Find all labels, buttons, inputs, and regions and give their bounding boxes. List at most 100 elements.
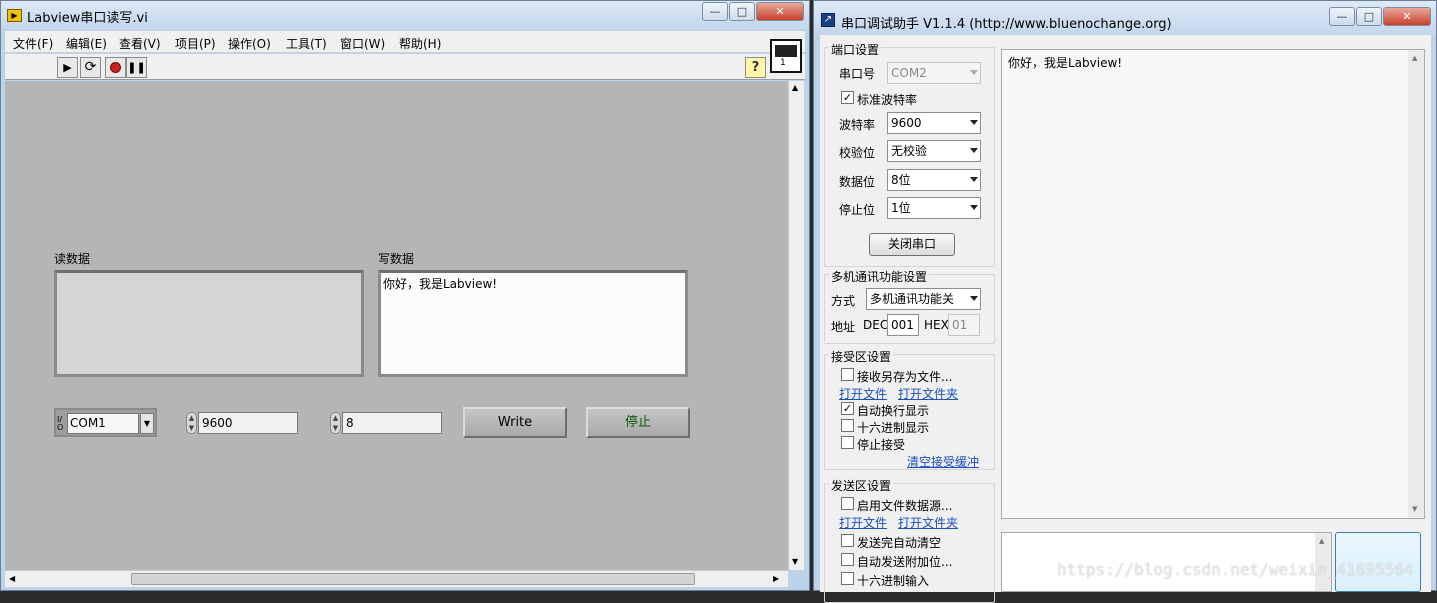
baud-spinner-icon[interactable]: ▲ ▼ — [186, 412, 197, 434]
menu-window[interactable]: 窗口(W) — [340, 35, 385, 52]
auto-append-checkbox[interactable] — [841, 553, 854, 566]
minimize-button[interactable]: — — [702, 2, 728, 21]
vi-icon[interactable]: 1 — [770, 39, 802, 73]
hex-input[interactable]: 01 — [948, 314, 980, 336]
menu-view[interactable]: 查看(V) — [119, 35, 161, 52]
abort-dot — [110, 62, 121, 73]
close-button[interactable]: ✕ — [756, 2, 804, 21]
save-receive-file-checkbox[interactable] — [841, 368, 854, 381]
std-baud-label: 标准波特率 — [857, 93, 918, 107]
hex-label: HEX — [924, 318, 949, 332]
baud-label: 波特率 — [839, 118, 876, 132]
stopbits-label: 停止位 — [839, 203, 876, 217]
stop-button[interactable]: 停止 — [586, 407, 690, 438]
assistant-title: 串口调试助手 V1.1.4 (http://www.bluenochange.o… — [841, 17, 1172, 32]
menu-help[interactable]: 帮助(H) — [399, 35, 441, 52]
hscroll-thumb[interactable] — [131, 573, 695, 585]
menu-operate[interactable]: 操作(O) — [228, 35, 271, 52]
baud-combo[interactable]: 9600 — [887, 112, 981, 134]
port-combo[interactable]: COM2 — [887, 62, 981, 84]
send-settings-title: 发送区设置 — [829, 477, 894, 494]
abort-icon[interactable] — [105, 57, 126, 78]
visa-dropdown-icon[interactable]: ▼ — [140, 413, 154, 434]
parity-dropdown-icon — [970, 148, 978, 153]
serial-assistant-window: ↗ 串口调试助手 V1.1.4 (http://www.bluenochange… — [813, 0, 1437, 603]
scroll-down-icon[interactable]: ▼ — [792, 557, 798, 566]
receive-settings-group: 接受区设置 接收另存为文件... 打开文件 打开文件夹 ✓ 自动换行显示 十六进… — [824, 348, 995, 470]
port-label: 串口号 — [839, 67, 876, 81]
labview-toolbar: ▶ ⟳ ❚❚ ? 1 — [5, 39, 805, 80]
vi-icon-number: 1 — [780, 58, 786, 68]
assistant-minimize-button[interactable]: — — [1329, 7, 1355, 26]
visa-port-value: COM1 — [67, 413, 139, 434]
auto-newline-checkbox[interactable]: ✓ — [841, 402, 854, 415]
labview-window: ▶ Labview串口读写.vi — □ ✕ 文件(F) 编辑(E) 查看(V)… — [0, 0, 810, 591]
scroll-left-icon[interactable]: ◀ — [9, 574, 15, 583]
auto-append-label: 自动发送附加位... — [857, 555, 953, 569]
write-data-value: 你好，我是Labview! — [383, 277, 498, 291]
visa-resource-control[interactable]: I/O COM1 ▼ — [54, 408, 157, 437]
assistant-maximize-button[interactable]: □ — [1356, 7, 1382, 26]
receive-settings-title: 接受区设置 — [829, 348, 894, 365]
send-scroll-up-icon[interactable]: ▲ — [1319, 537, 1324, 545]
mode-dropdown-icon — [970, 296, 978, 301]
baud-rate-control[interactable]: 9600 — [198, 412, 298, 434]
menu-tools[interactable]: 工具(T) — [286, 35, 327, 52]
send-open-file-link[interactable]: 打开文件 — [839, 514, 887, 531]
stopbits-dropdown-icon — [970, 205, 978, 210]
run-icon[interactable]: ▶ — [57, 57, 78, 78]
vi-icon-screen — [775, 45, 797, 57]
databits-control[interactable]: 8 — [342, 412, 442, 434]
maximize-button[interactable]: □ — [729, 2, 755, 21]
port-settings-title: 端口设置 — [829, 41, 882, 58]
clear-receive-buffer-link[interactable]: 清空接受缓冲 — [907, 453, 979, 470]
menu-project[interactable]: 项目(P) — [175, 35, 216, 52]
labview-menubar: 文件(F) 编辑(E) 查看(V) 项目(P) 操作(O) 工具(T) 窗口(W… — [5, 31, 805, 53]
file-source-checkbox[interactable] — [841, 497, 854, 510]
assistant-close-button[interactable]: ✕ — [1383, 7, 1431, 26]
labview-titlebar[interactable]: ▶ Labview串口读写.vi — □ ✕ — [1, 1, 809, 29]
auto-clear-checkbox[interactable] — [841, 534, 854, 547]
receive-scrollbar[interactable]: ▲ ▼ — [1408, 50, 1424, 518]
hex-display-checkbox[interactable] — [841, 419, 854, 432]
mode-label: 方式 — [831, 294, 856, 308]
labview-horizontal-scrollbar[interactable]: ◀ ▶ — [5, 570, 788, 587]
std-baud-checkbox[interactable]: ✓ — [841, 91, 854, 104]
auto-newline-label: 自动换行显示 — [857, 404, 930, 418]
help-icon[interactable]: ? — [745, 57, 766, 78]
receive-scroll-down-icon[interactable]: ▼ — [1412, 505, 1417, 513]
mode-combo[interactable]: 多机通讯功能关 — [866, 288, 981, 310]
menu-edit[interactable]: 编辑(E) — [66, 35, 107, 52]
read-data-indicator — [54, 270, 364, 377]
assistant-titlebar[interactable]: ↗ 串口调试助手 V1.1.4 (http://www.bluenochange… — [814, 1, 1436, 35]
receive-textarea[interactable]: 你好，我是Labview! ▲ ▼ — [1001, 49, 1425, 519]
dec-input[interactable]: 001 — [887, 314, 919, 336]
multi-comm-title: 多机通讯功能设置 — [829, 268, 930, 285]
hex-input-checkbox[interactable] — [841, 572, 854, 585]
receive-scroll-up-icon[interactable]: ▲ — [1412, 54, 1417, 62]
scroll-right-icon[interactable]: ▶ — [773, 574, 779, 583]
databits-combo[interactable]: 8位 — [887, 169, 981, 191]
receive-open-folder-link[interactable]: 打开文件夹 — [898, 385, 958, 402]
receive-open-file-link[interactable]: 打开文件 — [839, 385, 887, 402]
run-continuously-icon[interactable]: ⟳ — [80, 57, 101, 78]
visa-io-prefix: I/O — [57, 415, 64, 432]
parity-value: 无校验 — [891, 144, 928, 158]
labview-app-icon: ▶ — [7, 9, 22, 22]
port-value: COM2 — [891, 66, 927, 80]
stopbits-combo[interactable]: 1位 — [887, 197, 981, 219]
baud-value: 9600 — [891, 116, 922, 130]
databits-spinner-icon[interactable]: ▲ ▼ — [330, 412, 341, 434]
send-open-folder-link[interactable]: 打开文件夹 — [898, 514, 958, 531]
close-port-button[interactable]: 关闭串口 — [869, 233, 955, 256]
scroll-up-icon[interactable]: ▲ — [792, 83, 798, 92]
write-data-control[interactable]: 你好，我是Labview! — [378, 270, 688, 377]
pause-icon[interactable]: ❚❚ — [126, 57, 147, 78]
labview-vertical-scrollbar[interactable]: ▲ ▼ — [788, 81, 804, 570]
parity-combo[interactable]: 无校验 — [887, 140, 981, 162]
stop-receive-checkbox[interactable] — [841, 436, 854, 449]
write-button[interactable]: Write — [463, 407, 567, 438]
mode-value: 多机通讯功能关 — [870, 292, 955, 306]
menu-file[interactable]: 文件(F) — [13, 35, 53, 52]
read-data-label: 读数据 — [54, 252, 91, 266]
